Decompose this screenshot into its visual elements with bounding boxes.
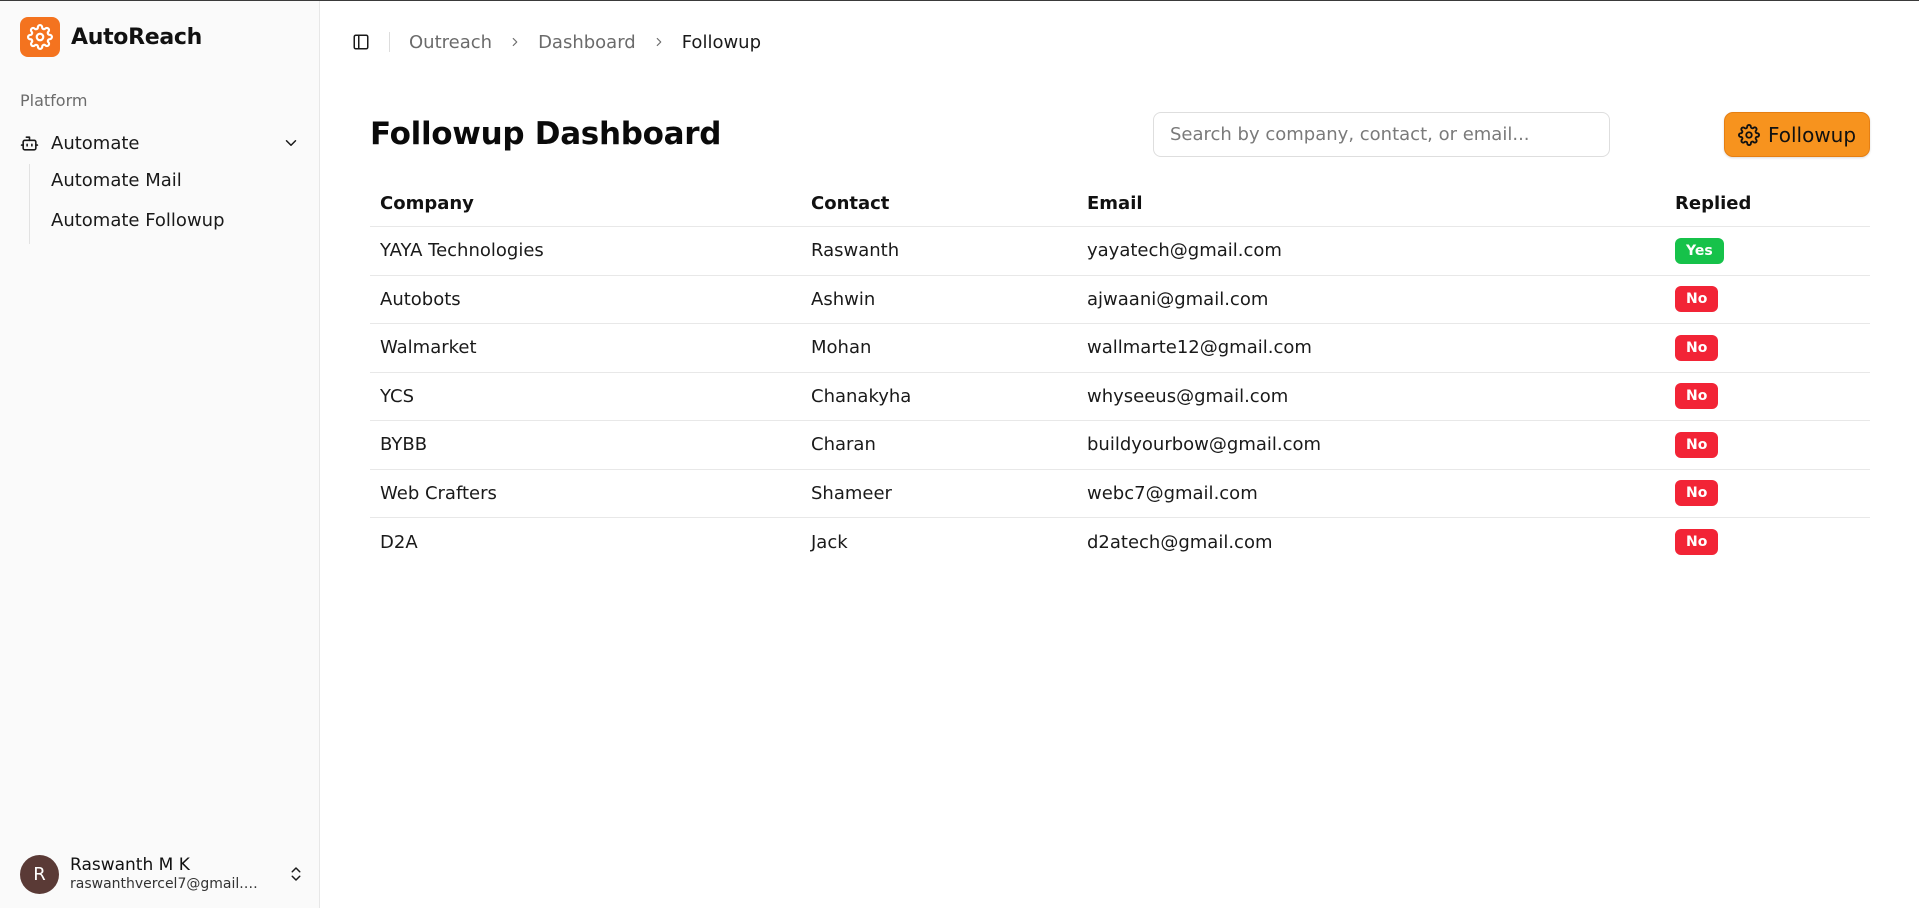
cell-email: webc7@gmail.com [1087, 482, 1258, 504]
sidebar-item-automate-mail[interactable]: Automate Mail [30, 164, 306, 198]
breadcrumb-followup: Followup [681, 31, 762, 53]
column-header-replied: Replied [1675, 192, 1752, 214]
cell-email: whyseeus@gmail.com [1087, 385, 1289, 407]
cell-company: YCS [380, 385, 415, 407]
sidebar-item-automate-followup[interactable]: Automate Followup [30, 204, 306, 238]
user-info: Raswanth M K raswanthvercel7@gmail.com [70, 855, 287, 893]
sidebar-item-label: Automate [51, 132, 140, 154]
column-header-contact: Contact [811, 192, 890, 214]
avatar: R [20, 854, 59, 894]
user-name: Raswanth M K [70, 855, 190, 875]
table-row[interactable]: BYBB Charan buildyourbow@gmail.com No [370, 421, 1870, 470]
cell-company: Autobots [380, 288, 461, 310]
status-badge: No [1675, 529, 1719, 556]
brand[interactable]: AutoReach [20, 17, 202, 57]
cell-company: Walmarket [380, 337, 477, 359]
status-badge: No [1675, 431, 1719, 458]
table-row[interactable]: Autobots Ashwin ajwaani@gmail.com No [370, 276, 1870, 324]
cell-company: Web Crafters [380, 482, 497, 504]
gear-icon [20, 17, 60, 57]
search-input[interactable] [1153, 112, 1610, 157]
status-badge: No [1675, 334, 1719, 361]
breadcrumb: Outreach Dashboard Followup [409, 32, 761, 53]
main-content: Outreach Dashboard Followup Followup Das… [320, 1, 1919, 908]
followup-table: Company Contact Email Replied YAYA Techn… [370, 180, 1870, 567]
sidebar: AutoReach Platform Automate Automate Mai… [0, 1, 320, 908]
topbar: Outreach Dashboard Followup [344, 25, 761, 59]
panel-left-icon [352, 33, 370, 51]
cell-contact: Ashwin [811, 288, 876, 310]
status-badge: Yes [1675, 237, 1724, 264]
cell-email: wallmarte12@gmail.com [1087, 337, 1312, 359]
status-badge: No [1675, 480, 1719, 507]
column-header-email: Email [1087, 192, 1143, 214]
divider [389, 32, 390, 52]
brand-name: AutoReach [71, 24, 203, 50]
chevron-down-icon [282, 134, 300, 152]
cell-company: BYBB [380, 434, 428, 456]
cell-contact: Shameer [811, 482, 892, 504]
column-header-company: Company [380, 192, 474, 214]
cell-contact: Charan [811, 434, 876, 456]
cell-company: YAYA Technologies [380, 240, 544, 262]
gear-icon [1737, 123, 1760, 146]
cell-contact: Chanakyha [811, 385, 912, 407]
table-row[interactable]: Walmarket Mohan wallmarte12@gmail.com No [370, 324, 1870, 373]
cell-email: yayatech@gmail.com [1087, 240, 1282, 262]
table-row[interactable]: YAYA Technologies Raswanth yayatech@gmai… [370, 227, 1870, 276]
followup-button-label: Followup [1767, 122, 1857, 147]
cell-email: d2atech@gmail.com [1087, 531, 1273, 553]
table-row[interactable]: D2A Jack d2atech@gmail.com No [370, 518, 1870, 567]
status-badge: No [1675, 286, 1719, 313]
page-title: Followup Dashboard [370, 116, 722, 152]
cell-contact: Mohan [811, 337, 872, 359]
cell-contact: Jack [811, 531, 848, 553]
bot-icon [20, 134, 39, 153]
table-row[interactable]: YCS Chanakyha whyseeus@gmail.com No [370, 373, 1870, 421]
user-menu[interactable]: R Raswanth M K raswanthvercel7@gmail.com [20, 853, 305, 895]
chevron-right-icon [652, 35, 666, 49]
status-badge: No [1675, 383, 1719, 410]
breadcrumb-dashboard[interactable]: Dashboard [538, 32, 636, 53]
sidebar-submenu: Automate Mail Automate Followup [29, 164, 306, 244]
sidebar-group-label: Platform [20, 91, 88, 110]
cell-email: buildyourbow@gmail.com [1087, 434, 1322, 456]
sidebar-item-automate[interactable]: Automate [14, 126, 306, 160]
breadcrumb-outreach[interactable]: Outreach [409, 32, 492, 53]
chevron-right-icon [508, 35, 522, 49]
cell-company: D2A [380, 531, 418, 553]
table-header-row: Company Contact Email Replied [370, 180, 1870, 227]
cell-contact: Raswanth [811, 240, 900, 262]
app-shell: AutoReach Platform Automate Automate Mai… [0, 0, 1919, 908]
followup-button[interactable]: Followup [1724, 112, 1870, 157]
user-email: raswanthvercel7@gmail.com [70, 876, 265, 892]
chevrons-up-down-icon [287, 865, 305, 883]
cell-email: ajwaani@gmail.com [1087, 288, 1269, 310]
table-row[interactable]: Web Crafters Shameer webc7@gmail.com No [370, 470, 1870, 518]
sidebar-toggle-button[interactable] [344, 25, 378, 59]
